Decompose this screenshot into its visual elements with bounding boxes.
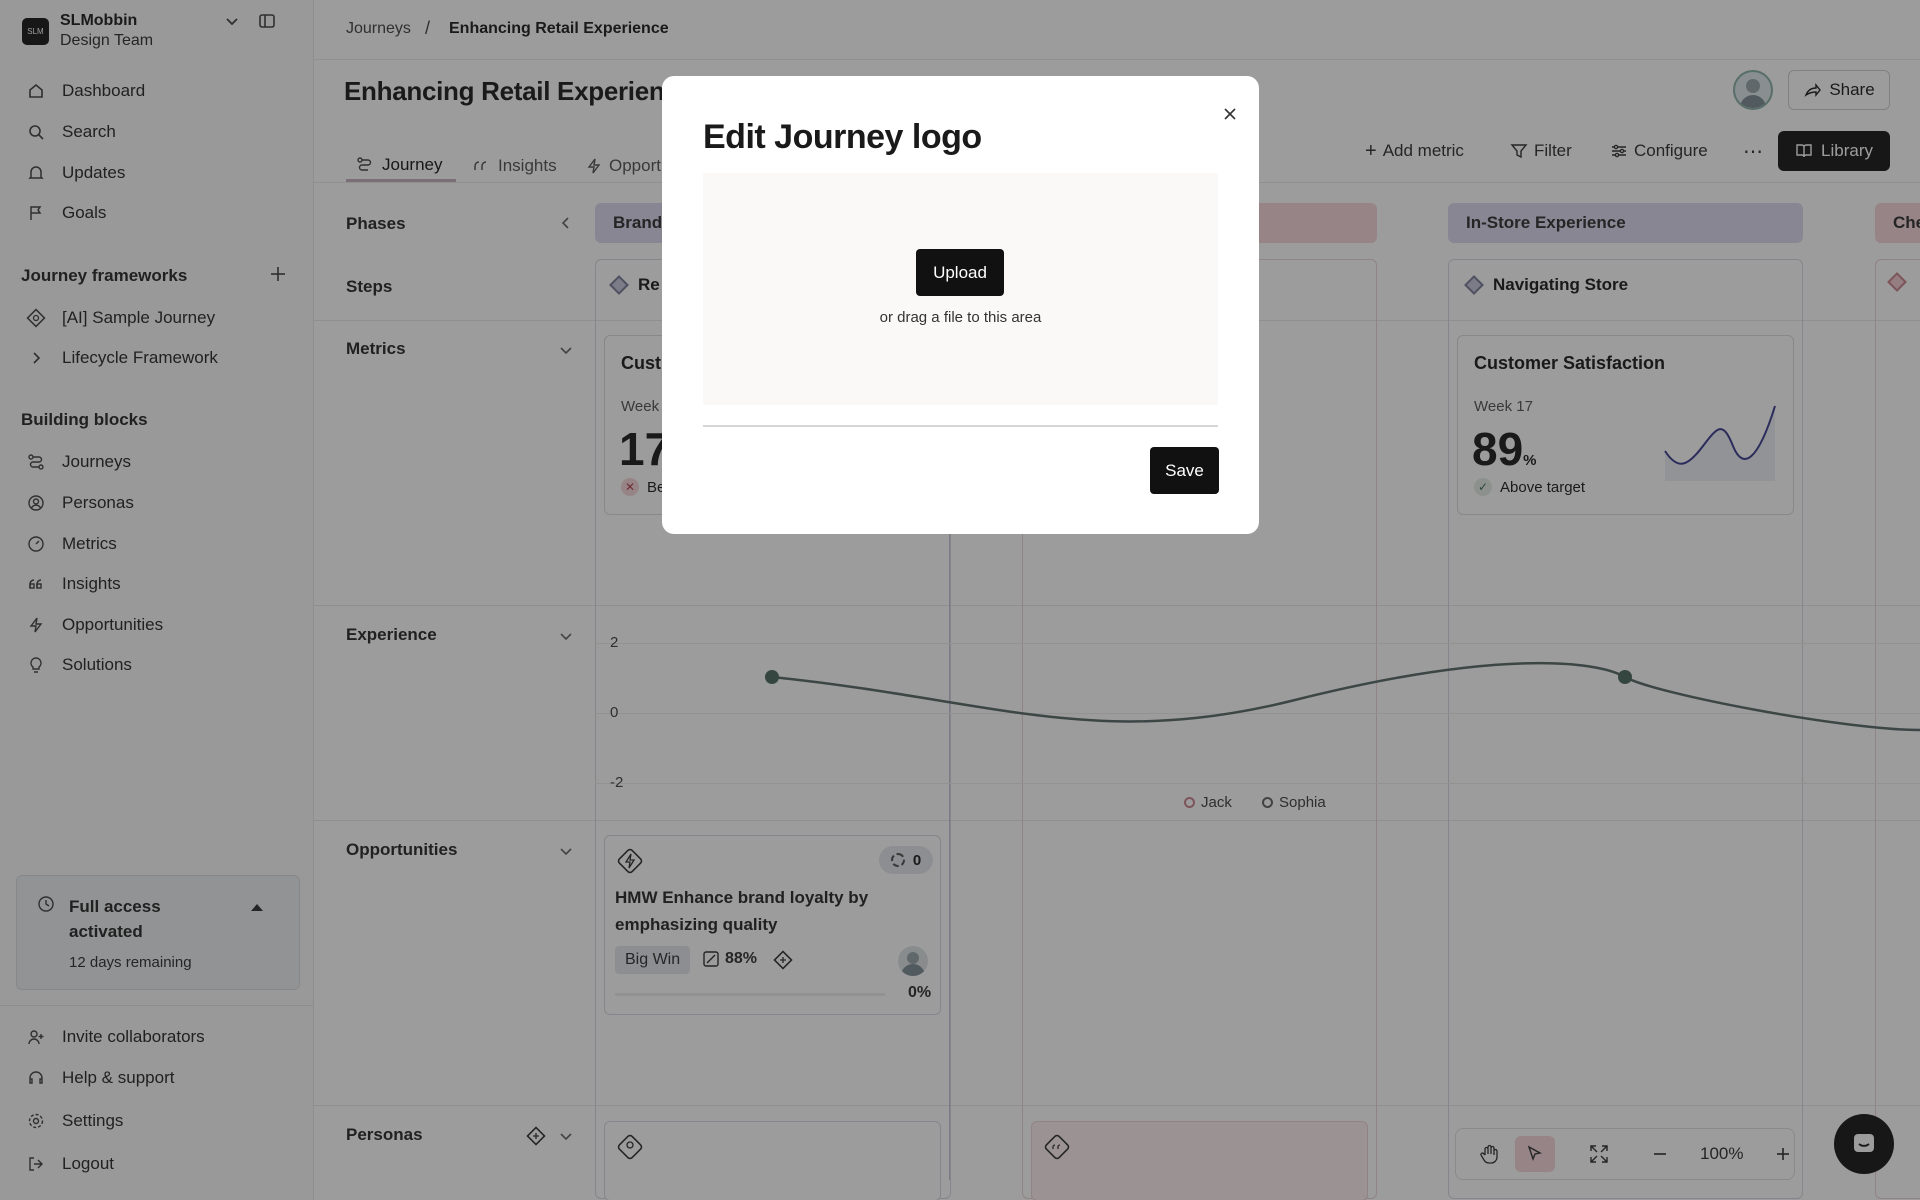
upload-button[interactable]: Upload xyxy=(916,249,1004,296)
edit-logo-dialog: Edit Journey logo Upload or drag a file … xyxy=(662,76,1259,534)
close-icon[interactable] xyxy=(1222,106,1238,122)
dialog-title: Edit Journey logo xyxy=(703,118,982,156)
save-button[interactable]: Save xyxy=(1150,447,1219,494)
dialog-divider xyxy=(703,425,1218,427)
drag-hint: or drag a file to this area xyxy=(879,309,1042,326)
file-dropzone[interactable]: Upload or drag a file to this area xyxy=(703,173,1218,405)
